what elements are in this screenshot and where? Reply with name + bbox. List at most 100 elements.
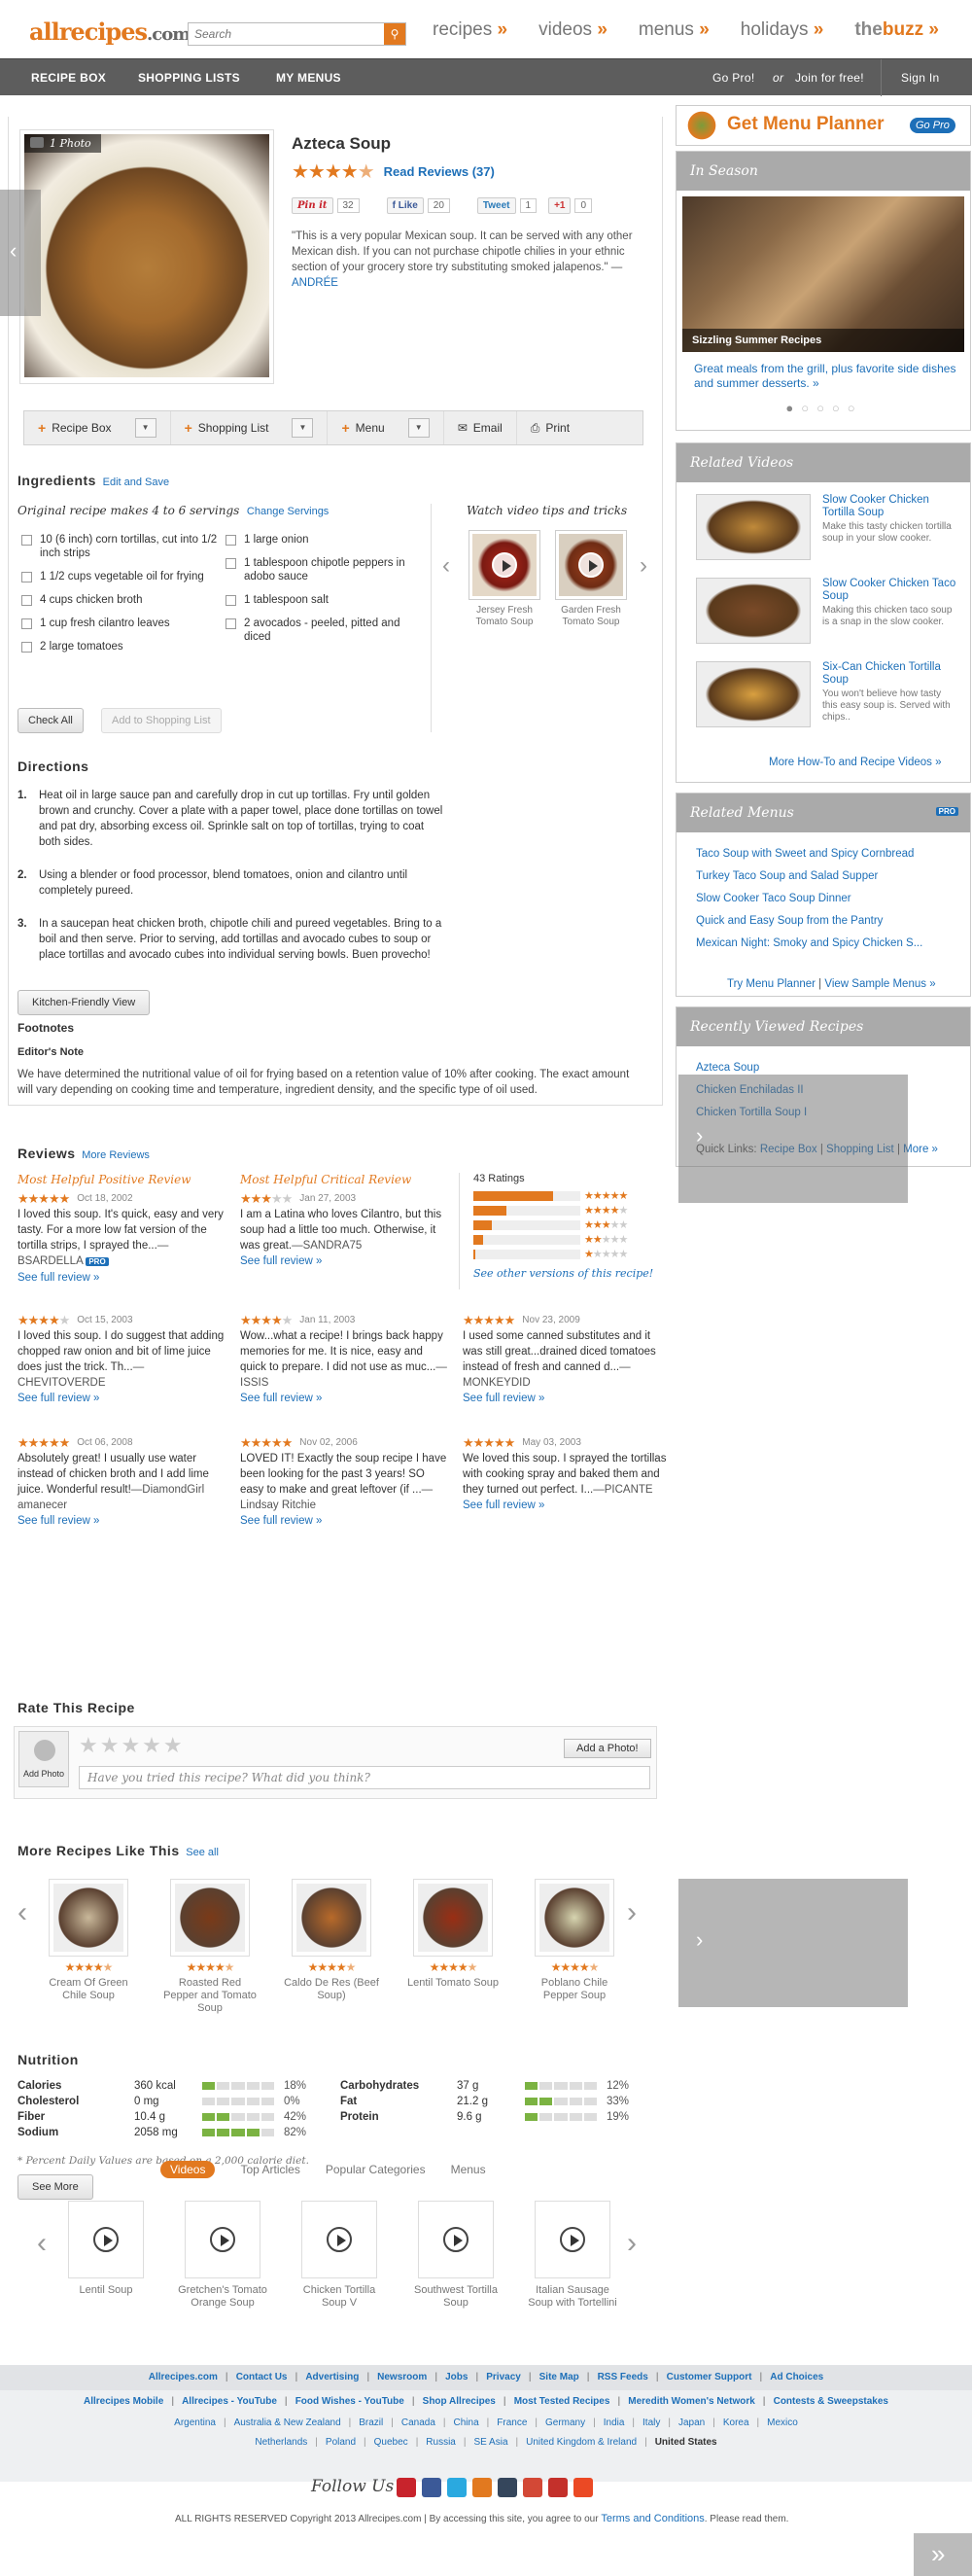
tab-top-articles[interactable]: Top Articles bbox=[240, 2163, 299, 2176]
chevron-right-icon[interactable]: › bbox=[696, 1123, 703, 1148]
try-menu-planner-link[interactable]: Try Menu Planner bbox=[727, 978, 816, 990]
ingredient-item[interactable]: 2 large tomatoes bbox=[21, 640, 221, 653]
rate-stars[interactable]: ★★★★★ bbox=[79, 1733, 185, 1758]
video-caption-1[interactable]: Jersey Fresh Tomato Soup bbox=[466, 605, 543, 628]
related-video-thumb[interactable] bbox=[696, 578, 811, 644]
nav-holidays[interactable]: holidays » bbox=[741, 19, 824, 41]
see-full-review-link[interactable]: See full review » bbox=[240, 1253, 449, 1269]
footer-link[interactable]: Australia & New Zealand bbox=[234, 2417, 341, 2428]
go-pro-badge[interactable]: Go Pro bbox=[910, 118, 955, 133]
menu-button[interactable]: + Menu ▼ bbox=[328, 411, 444, 444]
overlay-panel[interactable]: › bbox=[678, 1879, 908, 2007]
chevron-down-icon[interactable]: ▼ bbox=[407, 418, 430, 438]
nav-shopping-lists[interactable]: SHOPPING LISTS bbox=[138, 71, 240, 85]
ingredient-item[interactable]: 10 (6 inch) corn tortillas, cut into 1/2… bbox=[21, 533, 221, 560]
footer-link[interactable]: Germany bbox=[545, 2417, 585, 2428]
google-plus-button[interactable]: +1 0 bbox=[548, 197, 593, 214]
related-menu-link[interactable]: Quick and Easy Soup from the Pantry bbox=[696, 915, 883, 927]
add-to-shopping-list-button[interactable]: Add to Shopping List bbox=[101, 708, 222, 733]
footer-video-caption[interactable]: Italian Sausage Soup with Tortellini bbox=[524, 2284, 621, 2310]
footer-link[interactable]: France bbox=[497, 2417, 527, 2428]
carousel-dots[interactable]: ●○○○○ bbox=[677, 401, 972, 415]
season-caption[interactable]: Sizzling Summer Recipes bbox=[682, 329, 964, 352]
footer-link[interactable]: Shop Allrecipes bbox=[423, 2396, 496, 2407]
recent-recipe-link[interactable]: Azteca Soup bbox=[696, 1062, 759, 1074]
ingredient-item[interactable]: 1 large onion bbox=[226, 533, 425, 547]
chevron-left-icon[interactable]: ‹ bbox=[37, 2227, 47, 2260]
checkbox[interactable] bbox=[226, 595, 236, 606]
chevron-left-icon[interactable]: ‹ bbox=[17, 1896, 27, 1929]
recipe-thumb[interactable] bbox=[535, 1879, 614, 1957]
rating-bar-row[interactable]: ★★★★★ bbox=[473, 1188, 658, 1203]
see-more-button[interactable]: See More bbox=[17, 2174, 93, 2200]
footer-link[interactable]: Newsroom bbox=[377, 2372, 427, 2382]
see-full-review-link[interactable]: See full review » bbox=[240, 1391, 449, 1406]
ingredient-item[interactable]: 1 tablespoon salt bbox=[226, 593, 425, 607]
recipe-caption[interactable]: ★★★★★ Lentil Tomato Soup bbox=[404, 1961, 502, 1990]
footer-link[interactable]: Italy bbox=[642, 2417, 660, 2428]
related-menu-link[interactable]: Mexican Night: Smoky and Spicy Chicken S… bbox=[696, 937, 922, 949]
author-link[interactable]: ANDRÉE bbox=[292, 277, 338, 289]
recipe-caption[interactable]: ★★★★★ Caldo De Res (Beef Soup) bbox=[283, 1961, 380, 2002]
rating-bar-row[interactable]: ★★★★★ bbox=[473, 1203, 658, 1217]
nav-menus[interactable]: menus » bbox=[639, 19, 710, 41]
see-full-review-link[interactable]: See full review » bbox=[240, 1513, 449, 1529]
chevron-right-icon[interactable]: › bbox=[627, 1896, 637, 1929]
footer-link[interactable]: Customer Support bbox=[667, 2372, 752, 2382]
tab-menus[interactable]: Menus bbox=[451, 2163, 486, 2176]
footer-link[interactable]: Russia bbox=[426, 2437, 456, 2448]
footer-link[interactable]: United Kingdom & Ireland bbox=[526, 2437, 637, 2448]
footer-video-thumb[interactable] bbox=[301, 2201, 377, 2278]
footer-link[interactable]: RSS Feeds bbox=[598, 2372, 648, 2382]
footer-video-thumb[interactable] bbox=[185, 2201, 260, 2278]
video-caption-2[interactable]: Garden Fresh Tomato Soup bbox=[552, 605, 630, 628]
related-video-thumb[interactable] bbox=[696, 494, 811, 560]
rating-bar-row[interactable]: ★★★★★ bbox=[473, 1232, 658, 1247]
google-plus-icon[interactable] bbox=[523, 2478, 542, 2497]
checkbox[interactable] bbox=[226, 535, 236, 546]
footer-link[interactable]: Brazil bbox=[359, 2417, 383, 2428]
footer-link[interactable]: Ad Choices bbox=[770, 2372, 823, 2382]
pinterest-button[interactable]: Pin it 32 bbox=[292, 197, 360, 214]
print-button[interactable]: ⎙ Print bbox=[517, 411, 583, 444]
recipe-caption[interactable]: ★★★★★ Cream Of Green Chile Soup bbox=[40, 1961, 137, 2002]
ingredient-item[interactable]: 1 1/2 cups vegetable oil for frying bbox=[21, 570, 221, 583]
related-video-thumb[interactable] bbox=[696, 661, 811, 727]
change-servings-link[interactable]: Change Servings bbox=[247, 506, 329, 517]
footer-link[interactable]: Privacy bbox=[486, 2372, 521, 2382]
overlay-panel[interactable]: › bbox=[678, 1075, 908, 1203]
edit-and-save-link[interactable]: Edit and Save bbox=[103, 476, 170, 488]
recipe-caption[interactable]: ★★★★★ Roasted Red Pepper and Tomato Soup bbox=[161, 1961, 259, 2015]
read-reviews-link[interactable]: Read Reviews (37) bbox=[384, 164, 495, 179]
checkbox[interactable] bbox=[21, 572, 32, 582]
checkbox[interactable] bbox=[21, 595, 32, 606]
footer-link[interactable]: SE Asia bbox=[473, 2437, 507, 2448]
youtube-icon[interactable] bbox=[548, 2478, 568, 2497]
facebook-icon[interactable] bbox=[422, 2478, 441, 2497]
recipe-photo[interactable]: 1 Photo bbox=[24, 134, 269, 377]
footer-link[interactable]: Site Map bbox=[539, 2372, 579, 2382]
terms-link[interactable]: Terms and Conditions bbox=[601, 2513, 704, 2524]
ingredient-item[interactable]: 1 tablespoon chipotle peppers in adobo s… bbox=[226, 556, 425, 583]
see-all-link[interactable]: See all bbox=[186, 1847, 219, 1858]
tab-popular-categories[interactable]: Popular Categories bbox=[326, 2163, 426, 2176]
recipe-thumb[interactable] bbox=[170, 1879, 250, 1957]
footer-video-thumb[interactable] bbox=[418, 2201, 494, 2278]
video-thumb-1[interactable] bbox=[469, 530, 540, 600]
recipe-thumb[interactable] bbox=[49, 1879, 128, 1957]
sign-in-link[interactable]: Sign In bbox=[901, 71, 939, 85]
nav-my-menus[interactable]: MY MENUS bbox=[276, 71, 341, 85]
footer-video-thumb[interactable] bbox=[68, 2201, 144, 2278]
footer-link[interactable]: India bbox=[604, 2417, 625, 2428]
footer-link[interactable]: Netherlands bbox=[255, 2437, 307, 2448]
see-full-review-link[interactable]: See full review » bbox=[17, 1270, 226, 1286]
carousel-left-overlay[interactable]: ‹ bbox=[0, 190, 41, 316]
review-author[interactable]: —SANDRA75 bbox=[292, 1240, 362, 1252]
related-menu-link[interactable]: Taco Soup with Sweet and Spicy Cornbread bbox=[696, 848, 914, 860]
footer-link[interactable]: Mexico bbox=[767, 2417, 798, 2428]
footer-link[interactable]: Jobs bbox=[445, 2372, 468, 2382]
related-video-item[interactable]: Six-Can Chicken Tortilla Soup You won't b… bbox=[696, 661, 963, 731]
see-full-review-link[interactable]: See full review » bbox=[463, 1391, 672, 1406]
related-menu-link[interactable]: Slow Cooker Taco Soup Dinner bbox=[696, 893, 851, 904]
ingredient-item[interactable]: 1 cup fresh cilantro leaves bbox=[21, 617, 221, 630]
